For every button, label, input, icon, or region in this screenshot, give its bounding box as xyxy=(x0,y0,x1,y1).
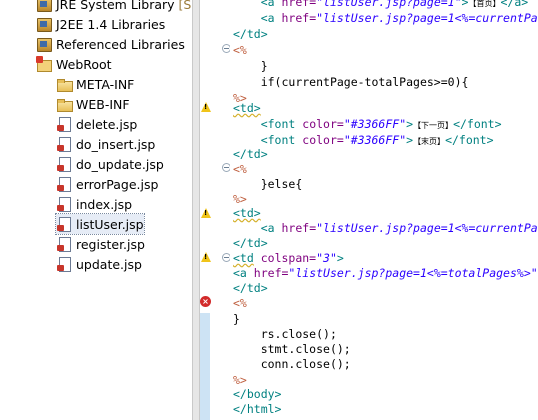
library-icon xyxy=(36,0,52,12)
code-line: <% xyxy=(233,296,247,310)
jsp-file-icon xyxy=(56,116,72,132)
code-line: <% xyxy=(233,162,247,176)
library-icon xyxy=(36,36,52,52)
tree-item-label: Referenced Libraries xyxy=(56,36,185,52)
jsp-file-icon xyxy=(56,236,72,252)
tree-item-label: do_insert.jsp xyxy=(76,136,156,152)
code-line: <a href="listUser.jsp?page=1<%=totalPage… xyxy=(233,266,538,280)
webroot-folder-icon xyxy=(36,56,52,72)
tree-item-label: WebRoot xyxy=(56,56,112,72)
project-explorer-tree: JRE System Library [Su J2EE 1.4 Librarie… xyxy=(0,0,192,420)
jsp-file-icon xyxy=(56,216,72,232)
tree-item-label: WEB-INF xyxy=(76,96,130,112)
code-line: }else{ xyxy=(260,177,303,191)
jsp-file-icon xyxy=(56,256,72,272)
code-line: <% xyxy=(233,43,247,57)
tree-item-do-update-jsp[interactable]: do_update.jsp xyxy=(56,154,164,174)
code-line: </td> xyxy=(233,27,268,41)
tree-item-label: update.jsp xyxy=(76,256,142,272)
tree-item-referenced-libraries[interactable]: Referenced Libraries xyxy=(36,34,185,54)
tree-item-label: delete.jsp xyxy=(76,116,138,132)
tree-item-meta-inf[interactable]: META-INF xyxy=(56,74,134,94)
jsp-file-icon xyxy=(56,156,72,172)
tree-item-label: register.jsp xyxy=(76,236,145,252)
code-line: <font color="#3366FF">【末页】</font> xyxy=(260,133,494,147)
code-line: </td> xyxy=(233,281,268,295)
code-line: } xyxy=(260,59,268,73)
warning-icon[interactable] xyxy=(201,102,211,112)
code-line: </html> xyxy=(233,402,282,416)
tree-item-j2ee-libraries[interactable]: J2EE 1.4 Libraries xyxy=(36,14,165,34)
tree-item-index-jsp[interactable]: index.jsp xyxy=(56,194,132,214)
tree-item-label: JRE System Library [Su xyxy=(56,0,192,12)
tree-item-delete-jsp[interactable]: delete.jsp xyxy=(56,114,137,134)
code-line: </td> xyxy=(233,236,268,250)
code-line: conn.close(); xyxy=(260,357,351,371)
warning-icon[interactable] xyxy=(201,252,211,262)
gutter-range-indicator xyxy=(200,313,210,420)
tree-item-label: index.jsp xyxy=(76,196,133,212)
view-sash[interactable] xyxy=(192,0,200,420)
code-line: stmt.close(); xyxy=(260,342,351,356)
jsp-file-icon xyxy=(56,176,72,192)
code-line: <font color="#3366FF">【下一页】</font> xyxy=(260,117,502,131)
tree-item-errorpage-jsp[interactable]: errorPage.jsp xyxy=(56,174,158,194)
tree-item-web-inf[interactable]: WEB-INF xyxy=(56,94,130,114)
code-line: } xyxy=(233,312,240,326)
tree-item-label: do_update.jsp xyxy=(76,156,164,172)
tree-item-webroot[interactable]: WebRoot xyxy=(36,54,112,74)
jsp-file-icon xyxy=(56,196,72,212)
code-line: <td> xyxy=(233,101,261,115)
tree-item-label: listUser.jsp xyxy=(76,216,144,232)
tree-item-label: errorPage.jsp xyxy=(76,176,159,192)
tree-item-listuser-jsp[interactable]: listUser.jsp xyxy=(55,213,145,235)
library-icon xyxy=(36,16,52,32)
code-line: <td colspan="3"> xyxy=(233,251,344,265)
tree-item-label: META-INF xyxy=(76,76,135,92)
code-line: <a href="listUser.jsp?page=1<%=currentPa xyxy=(260,221,538,235)
warning-icon[interactable] xyxy=(201,208,211,218)
code-line: if(currentPage-totalPages>=0){ xyxy=(260,75,469,89)
tree-item-label: J2EE 1.4 Libraries xyxy=(56,16,166,32)
folder-icon xyxy=(56,76,73,92)
error-icon[interactable]: × xyxy=(200,296,211,307)
code-editor[interactable]: <a href="listUser.jsp?page=1">【首页】</a> <… xyxy=(230,0,538,420)
code-line: <td> xyxy=(233,206,261,220)
tree-item-do-insert-jsp[interactable]: do_insert.jsp xyxy=(56,134,155,154)
code-line: <a href="listUser.jsp?page=1<%=currentPa xyxy=(260,11,538,25)
code-line: </td> xyxy=(233,147,268,161)
tree-item-update-jsp[interactable]: update.jsp xyxy=(56,254,142,274)
code-line: <a href="listUser.jsp?page=1">【首页】</a> xyxy=(260,0,529,9)
jsp-file-icon xyxy=(56,136,72,152)
folder-icon xyxy=(56,96,73,112)
code-line-current: rs.close(); xyxy=(260,327,337,341)
tree-item-jre-system-library[interactable]: JRE System Library [Su xyxy=(36,0,192,14)
code-line: </body> xyxy=(233,387,282,401)
tree-item-register-jsp[interactable]: register.jsp xyxy=(56,234,145,254)
